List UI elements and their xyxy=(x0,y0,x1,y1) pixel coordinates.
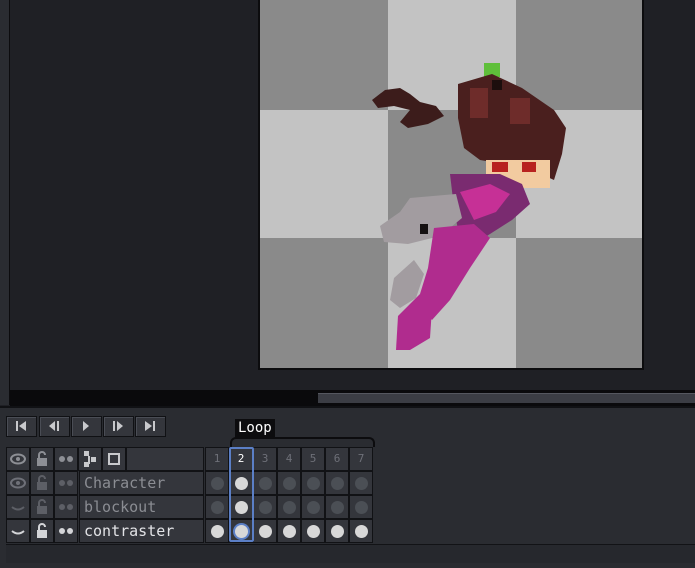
previous-frame-icon xyxy=(49,421,59,431)
cel-character-5[interactable] xyxy=(301,471,325,495)
continuous-icon xyxy=(59,528,73,534)
cel-blockout-6[interactable] xyxy=(325,495,349,519)
cel-empty-dot xyxy=(259,501,272,514)
cel-filled-dot xyxy=(307,525,320,538)
cel-empty-dot xyxy=(283,501,296,514)
continuous-icon xyxy=(59,456,73,462)
cel-contraster-5[interactable] xyxy=(301,519,325,543)
cel-empty-dot xyxy=(307,501,320,514)
scrollbar-thumb[interactable] xyxy=(318,393,695,403)
cel-empty-dot xyxy=(307,477,320,490)
header-new-frame-cell[interactable] xyxy=(102,447,126,471)
cel-filled-dot xyxy=(259,525,272,538)
cel-blockout-5[interactable] xyxy=(301,495,325,519)
play-icon xyxy=(83,421,89,431)
cel-filled-dot xyxy=(283,525,296,538)
layer-visibility-toggle[interactable] xyxy=(6,519,30,543)
layer-name-contraster[interactable]: contraster xyxy=(79,519,204,543)
cel-character-7[interactable] xyxy=(349,471,373,495)
cel-empty-dot xyxy=(355,501,368,514)
cel-character-4[interactable] xyxy=(277,471,301,495)
layer-lock-toggle[interactable] xyxy=(30,495,54,519)
canvas-left-edge xyxy=(0,0,10,405)
link-cels-icon xyxy=(84,451,96,467)
play-button[interactable] xyxy=(71,416,102,437)
sprite-preview xyxy=(260,0,642,368)
previous-frame-button[interactable] xyxy=(39,416,70,437)
cel-empty-dot xyxy=(331,501,344,514)
layer-continuous-toggle[interactable] xyxy=(54,471,78,495)
layer-lock-toggle[interactable] xyxy=(30,519,54,543)
cel-blockout-3[interactable] xyxy=(253,495,277,519)
header-visibility-cell[interactable] xyxy=(6,447,30,471)
cel-character-3[interactable] xyxy=(253,471,277,495)
timeline-bottom-strip xyxy=(6,544,695,563)
cel-character-6[interactable] xyxy=(325,471,349,495)
cel-empty-dot xyxy=(331,477,344,490)
new-frame-icon xyxy=(108,453,120,465)
frame-header-7[interactable]: 7 xyxy=(349,447,373,471)
eye-closed-icon xyxy=(11,506,25,511)
cel-character-1[interactable] xyxy=(205,471,229,495)
last-frame-icon xyxy=(145,421,155,431)
next-frame-button[interactable] xyxy=(103,416,134,437)
frame-header-6[interactable]: 6 xyxy=(325,447,349,471)
frame-header-5[interactable]: 5 xyxy=(301,447,325,471)
layer-lock-toggle[interactable] xyxy=(30,471,54,495)
layer-visibility-toggle[interactable] xyxy=(6,495,30,519)
header-link-cels-cell[interactable] xyxy=(78,447,102,471)
frame-tag-label[interactable]: Loop xyxy=(235,419,275,438)
cel-empty-dot xyxy=(211,477,224,490)
cel-blockout-1[interactable] xyxy=(205,495,229,519)
cel-empty-dot xyxy=(211,501,224,514)
eye-icon xyxy=(10,453,26,465)
layer-continuous-toggle[interactable] xyxy=(54,495,78,519)
cel-contraster-7[interactable] xyxy=(349,519,373,543)
layer-name-blockout[interactable]: blockout xyxy=(79,495,204,519)
layer-visibility-toggle[interactable] xyxy=(6,471,30,495)
cel-filled-dot xyxy=(211,525,224,538)
cel-contraster-3[interactable] xyxy=(253,519,277,543)
lock-icon xyxy=(37,499,47,514)
canvas-area[interactable] xyxy=(0,0,695,405)
last-frame-button[interactable] xyxy=(135,416,166,437)
first-frame-button[interactable] xyxy=(6,416,37,437)
cel-contraster-4[interactable] xyxy=(277,519,301,543)
next-frame-icon xyxy=(113,421,123,431)
lock-icon xyxy=(37,451,47,466)
eye-icon xyxy=(10,477,26,489)
layer-continuous-toggle[interactable] xyxy=(54,519,78,543)
frame-header-3[interactable]: 3 xyxy=(253,447,277,471)
eye-closed-icon xyxy=(11,530,25,535)
continuous-icon xyxy=(59,480,73,486)
active-frame-highlight xyxy=(229,447,254,542)
header-continuous-cell[interactable] xyxy=(54,447,78,471)
cel-filled-dot xyxy=(355,525,368,538)
cel-empty-dot xyxy=(259,477,272,490)
frame-header-4[interactable]: 4 xyxy=(277,447,301,471)
layer-name-character[interactable]: Character xyxy=(79,471,204,495)
continuous-icon xyxy=(59,504,73,510)
lock-icon xyxy=(37,475,47,490)
lock-icon xyxy=(37,523,47,538)
cel-empty-dot xyxy=(355,477,368,490)
cel-blockout-7[interactable] xyxy=(349,495,373,519)
cel-contraster-1[interactable] xyxy=(205,519,229,543)
cel-filled-dot xyxy=(331,525,344,538)
sprite-canvas[interactable] xyxy=(258,0,644,370)
frame-header-1[interactable]: 1 xyxy=(205,447,229,471)
cel-contraster-6[interactable] xyxy=(325,519,349,543)
header-spacer xyxy=(126,447,204,471)
frame-tag-bracket xyxy=(230,437,375,447)
first-frame-icon xyxy=(16,421,26,431)
cel-empty-dot xyxy=(283,477,296,490)
header-lock-cell[interactable] xyxy=(30,447,54,471)
cel-blockout-4[interactable] xyxy=(277,495,301,519)
